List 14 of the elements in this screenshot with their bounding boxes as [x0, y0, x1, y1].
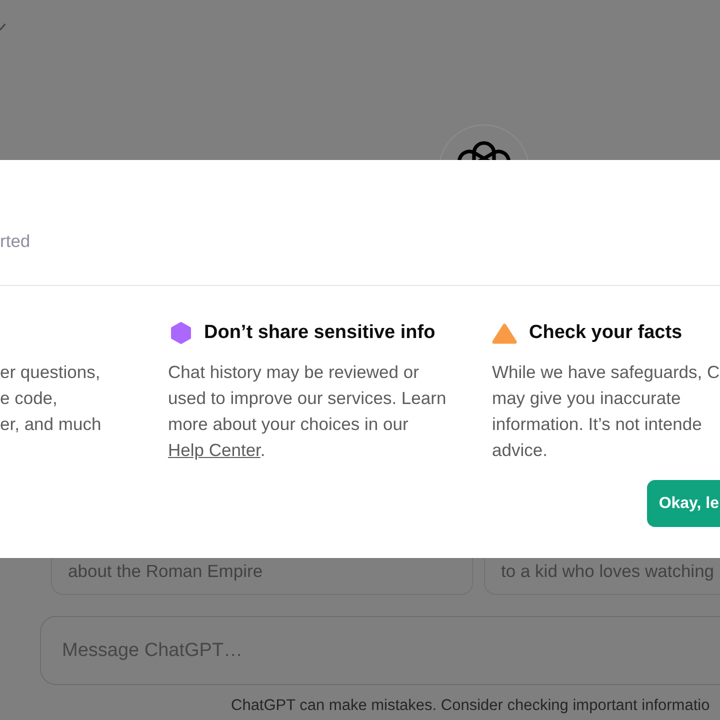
dialog-heading: rted — [0, 231, 30, 251]
suggestion-card[interactable]: about the Roman Empire — [51, 558, 473, 595]
chevron-icon[interactable] — [0, 23, 6, 31]
confirm-button[interactable]: Okay, le — [646, 480, 720, 527]
logo-icon — [438, 124, 530, 160]
disclaimer-text: ChatGPT can make mistakes. Consider checking important informatio — [231, 697, 710, 714]
tip-text: er questions, e code, er, and much — [0, 361, 102, 436]
tip-text: Chat history may be reviewed or used to improve our services. Learn more about your choices in our Help Center. — [168, 361, 448, 462]
tip-text: While we have safeguards, C may give you inaccurate information. It’s not intende advice. — [492, 361, 720, 462]
tip-title: Don’t share sensitive info — [204, 322, 436, 344]
help-center-link[interactable]: Help Center — [168, 440, 260, 460]
suggestion-card[interactable]: to a kid who loves watching — [484, 558, 720, 595]
message-field[interactable]: Message ChatGPT… — [40, 616, 720, 685]
tip-title: Check your facts — [529, 322, 682, 344]
